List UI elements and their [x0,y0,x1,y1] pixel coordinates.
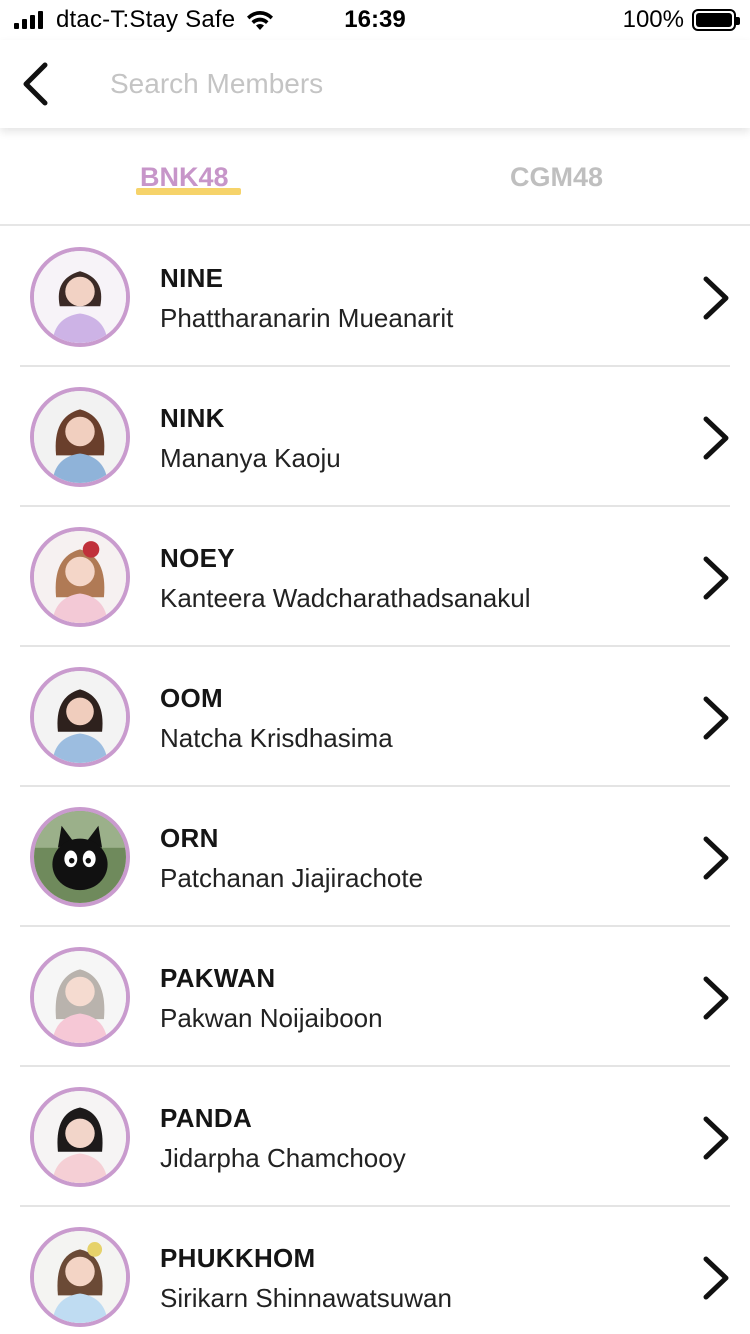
tab-cgm48[interactable]: CGM48 [510,162,603,202]
member-fullname: Natcha Krisdhasima [160,723,393,753]
member-fullname: Patchanan Jiajirachote [160,863,424,893]
member-row-oom[interactable]: OOM Natcha Krisdhasima [0,647,750,787]
member-avatar [30,807,130,907]
chevron-right-icon [703,836,729,880]
member-nickname: OOM [160,683,224,713]
member-row-nink[interactable]: NINK Mananya Kaoju [0,367,750,507]
member-row-noey[interactable]: NOEY Kanteera Wadcharathadsanakul [0,507,750,647]
member-avatar [30,667,130,767]
member-nickname: PANDA [160,1103,253,1133]
member-row-panda[interactable]: PANDA Jidarpha Chamchooy [0,1067,750,1207]
member-nickname: PAKWAN [160,963,276,993]
battery-icon [692,9,740,31]
member-list: NINE Phattharanarin Mueanarit NINK Manan… [0,227,750,1334]
chevron-right-icon [703,1116,729,1160]
chevron-right-icon [703,276,729,320]
battery-percentage: 100% [622,6,684,33]
back-button[interactable] [10,56,60,112]
member-row-nine[interactable]: NINE Phattharanarin Mueanarit [0,227,750,367]
status-bar: dtac-T:Stay Safe 16:39 100% [0,0,750,40]
chevron-right-icon [703,556,729,600]
status-right: 100% [622,6,740,34]
member-avatar [30,1227,130,1327]
search-header [0,40,750,128]
member-fullname: Mananya Kaoju [160,443,341,473]
member-fullname: Jidarpha Chamchooy [160,1143,406,1173]
search-input[interactable] [110,62,710,106]
member-row-phukkhom[interactable]: PHUKKHOM Sirikarn Shinnawatsuwan [0,1207,750,1334]
chevron-right-icon [703,696,729,740]
member-nickname: NOEY [160,543,235,573]
member-fullname: Sirikarn Shinnawatsuwan [160,1283,452,1313]
group-tabs: BNK48 CGM48 [0,128,750,226]
member-fullname: Phattharanarin Mueanarit [160,303,454,333]
tab-bnk48[interactable]: BNK48 [140,162,229,202]
member-row-orn[interactable]: ORN Patchanan Jiajirachote [0,787,750,927]
member-avatar [30,247,130,347]
member-row-pakwan[interactable]: PAKWAN Pakwan Noijaiboon [0,927,750,1067]
chevron-right-icon [703,976,729,1020]
member-avatar [30,387,130,487]
chevron-left-icon [23,62,48,106]
member-fullname: Pakwan Noijaiboon [160,1003,383,1033]
member-nickname: NINK [160,403,225,433]
chevron-right-icon [703,416,729,460]
member-fullname: Kanteera Wadcharathadsanakul [160,583,531,613]
member-nickname: PHUKKHOM [160,1243,316,1273]
member-nickname: ORN [160,823,219,853]
active-tab-indicator [136,188,241,195]
member-avatar [30,1087,130,1187]
member-avatar [30,527,130,627]
member-avatar [30,947,130,1047]
chevron-right-icon [703,1256,729,1300]
member-nickname: NINE [160,263,224,293]
